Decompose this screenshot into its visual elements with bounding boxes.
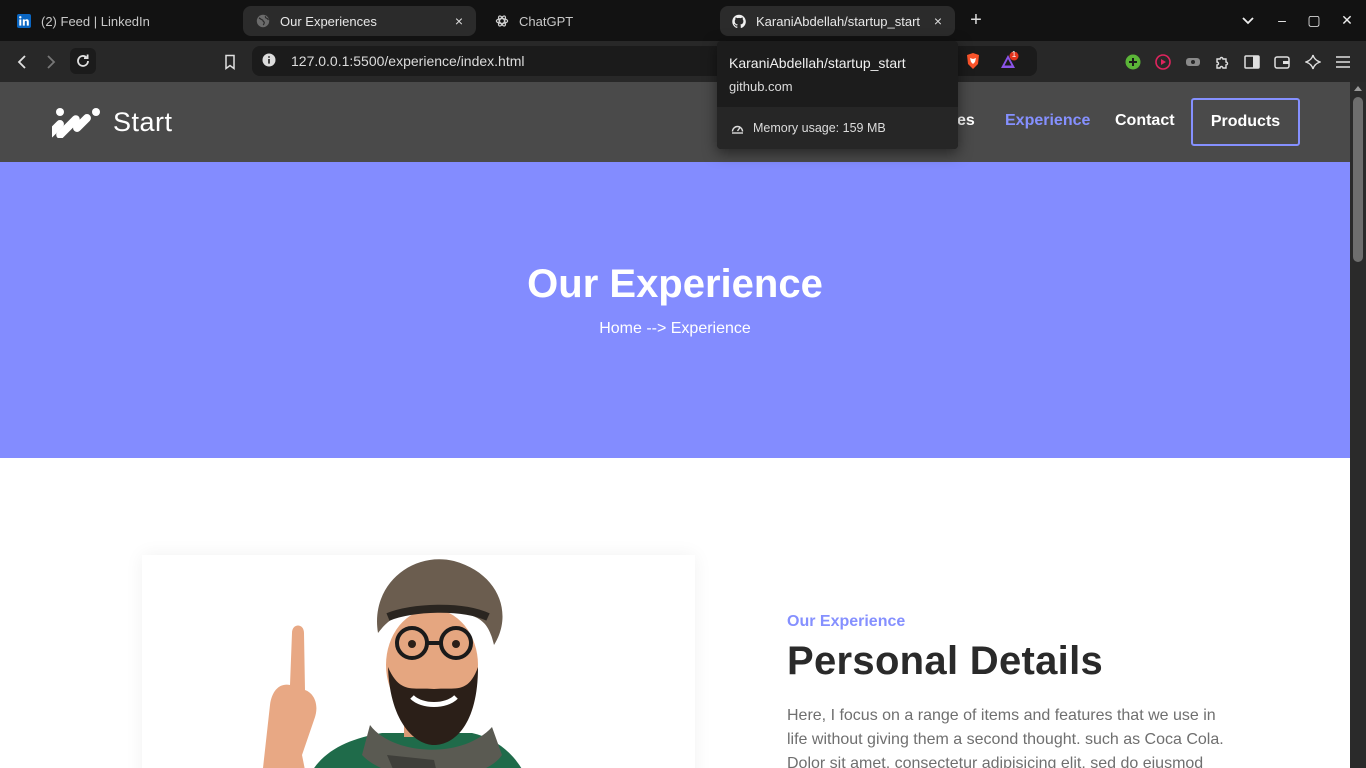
minimize-button[interactable]: – [1272,10,1292,30]
site-info-icon[interactable] [262,53,276,67]
brand-name: Start [113,106,173,137]
hero-title: Our Experience [527,262,823,306]
tab-title: ChatGPT [519,13,574,29]
extension-gamepad-icon[interactable] [1183,52,1203,72]
tab-title: (2) Feed | LinkedIn [41,13,150,29]
memory-gauge-icon [731,122,744,135]
tab-title: Our Experiences [280,13,377,29]
tab-linkedin[interactable]: (2) Feed | LinkedIn [8,6,238,36]
forward-button[interactable] [40,51,62,73]
reload-button[interactable] [70,48,96,74]
extensions-puzzle-icon[interactable] [1212,52,1232,72]
tab-our-experiences[interactable]: Our Experiences × [243,6,476,36]
body-line: Dolor sit amet, consectetur adipisicing … [787,755,1204,768]
section-heading: Personal Details [787,639,1104,683]
hero-banner: Our Experience Home --> Experience [0,162,1350,458]
back-button[interactable] [11,51,33,73]
products-button[interactable]: Products [1191,98,1300,146]
close-window-button[interactable]: ✕ [1337,10,1357,30]
extension-green-plus-icon[interactable] [1123,52,1143,72]
tab-hover-card: KaraniAbdellah/startup_start github.com … [717,41,958,149]
page-viewport: Start es Experience Contact Products Our… [0,82,1350,768]
menu-icon[interactable] [1333,52,1353,72]
tab-strip: (2) Feed | LinkedIn Our Experiences × Ch… [0,0,1366,41]
logo-mark-icon [52,108,100,138]
hover-card-title: KaraniAbdellah/startup_start [729,55,906,71]
tab-github[interactable]: KaraniAbdellah/startup_start × [720,6,955,36]
hover-card-domain: github.com [729,79,793,94]
section-body: Here, I focus on a range of items and fe… [787,704,1237,768]
extension-record-icon[interactable] [1153,52,1173,72]
scroll-up-arrow-icon[interactable] [1354,86,1362,91]
about-section: Our Experience Personal Details Here, I … [787,613,1237,768]
site-logo[interactable]: Start [52,106,173,138]
body-line: Here, I focus on a range of items and fe… [787,707,1216,724]
site-header: Start es Experience Contact Products [0,82,1350,162]
body-line: life without giving them a second though… [787,731,1224,748]
nav-link-experience[interactable]: Experience [1005,112,1090,130]
person-illustration [263,559,522,768]
wallet-icon[interactable] [1272,52,1292,72]
globe-icon [256,14,270,28]
chatgpt-icon [495,14,509,28]
nav-link-contact[interactable]: Contact [1115,112,1175,130]
tab-chatgpt[interactable]: ChatGPT [480,6,715,36]
scrollbar-thumb[interactable] [1353,97,1363,262]
memory-usage-text: Memory usage: 159 MB [753,121,886,135]
brave-shields-icon[interactable] [963,51,983,71]
nav-link-partial[interactable]: es [957,112,975,130]
browser-toolbar: 127.0.0.1:5500/experience/index.html 1 [0,41,1366,82]
maximize-button[interactable]: ▢ [1304,10,1324,30]
linkedin-icon [17,14,31,28]
section-eyebrow: Our Experience [787,613,906,630]
github-icon [732,14,746,28]
leo-ai-icon[interactable] [1303,52,1323,72]
breadcrumb: Home --> Experience [599,320,751,337]
brave-rewards-icon[interactable]: 1 [999,50,1019,71]
hover-card-footer: Memory usage: 159 MB [717,107,958,149]
rewards-badge: 1 [1011,50,1017,59]
close-tab-icon[interactable]: × [450,12,468,30]
page-scrollbar[interactable] [1350,82,1366,768]
experience-photo [142,555,695,768]
bookmark-icon[interactable] [219,51,241,73]
new-tab-button[interactable]: + [966,10,986,30]
tab-title: KaraniAbdellah/startup_start [756,13,921,29]
url-text[interactable]: 127.0.0.1:5500/experience/index.html [291,53,525,69]
close-tab-icon[interactable]: × [929,12,947,30]
sidebar-toggle-icon[interactable] [1242,52,1262,72]
tab-search-icon[interactable] [1238,10,1258,30]
